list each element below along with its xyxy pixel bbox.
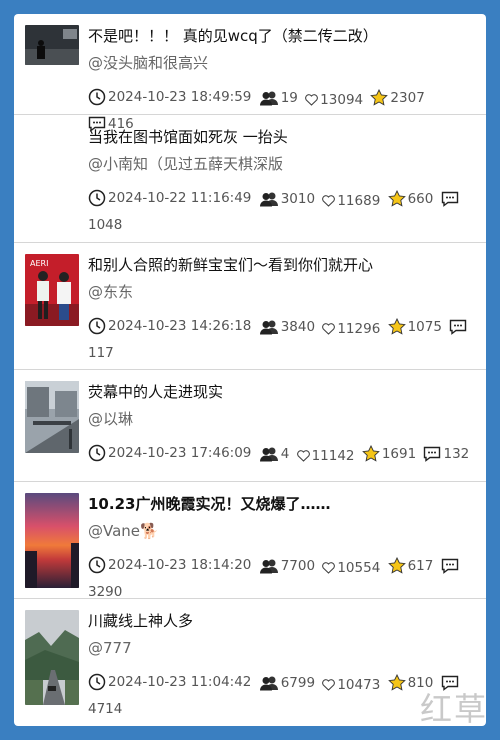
heart-icon[interactable] xyxy=(305,94,319,106)
feed-list: 不是吧！！！ 真的见wcq了（禁二传二改） @没头脑和很高兴 2024-10-2… xyxy=(14,14,486,726)
like-count: 11296 xyxy=(337,321,381,337)
star-icon[interactable] xyxy=(387,557,406,574)
comment-icon[interactable] xyxy=(441,558,459,574)
list-item[interactable]: 10.23广州晚霞实况！又烧爆了…… @Vane🐕 2024-10-23 18:… xyxy=(14,482,486,600)
viewer-count: 19 xyxy=(280,90,298,106)
svg-text:AERI: AERI xyxy=(30,259,48,268)
clock-icon xyxy=(88,673,106,691)
post-author[interactable]: @小南知（见过五薛天棋深版 xyxy=(88,154,283,174)
star-icon[interactable] xyxy=(387,674,406,691)
post-meta: 2024-10-23 11:04:42 6799 10473 810 4714 xyxy=(88,671,474,720)
like-count: 10554 xyxy=(337,560,381,576)
viewer-count: 3010 xyxy=(280,191,316,207)
clock-icon xyxy=(88,189,106,207)
post-title[interactable]: 荧幕中的人走进现实 xyxy=(88,382,223,402)
users-icon xyxy=(259,192,278,207)
star-icon[interactable] xyxy=(387,318,406,335)
clock-icon xyxy=(88,556,106,574)
post-title[interactable]: 当我在图书馆面如死灰 一抬头 xyxy=(88,127,288,147)
post-title[interactable]: 川藏线上神人多 xyxy=(88,611,193,631)
star-icon[interactable] xyxy=(387,190,406,207)
users-icon xyxy=(259,91,278,106)
post-thumbnail[interactable]: AERI xyxy=(25,254,79,326)
post-time: 2024-10-23 17:46:09 xyxy=(108,445,252,461)
favorite-count: 660 xyxy=(407,190,434,207)
comment-count: 1048 xyxy=(88,217,123,233)
clock-icon xyxy=(88,444,106,462)
favorite-count: 1691 xyxy=(381,445,417,462)
star-icon[interactable] xyxy=(361,445,380,462)
post-author[interactable]: @东东 xyxy=(88,282,133,302)
post-meta: 2024-10-22 11:16:49 3010 11689 660 1048 xyxy=(88,187,474,236)
post-title[interactable]: 和别人合照的新鲜宝宝们～看到你们就开心 xyxy=(88,255,373,275)
viewer-count: 4 xyxy=(280,446,290,462)
post-author[interactable]: @777 xyxy=(88,638,132,658)
heart-icon[interactable] xyxy=(322,323,336,335)
list-item[interactable]: 不是吧！！！ 真的见wcq了（禁二传二改） @没头脑和很高兴 2024-10-2… xyxy=(14,14,486,132)
comment-icon[interactable] xyxy=(441,191,459,207)
star-icon[interactable] xyxy=(370,89,389,106)
post-time: 2024-10-22 11:16:49 xyxy=(108,190,252,206)
post-meta: 2024-10-23 17:46:09 4 11142 1691 132 xyxy=(88,442,474,469)
post-title[interactable]: 不是吧！！！ 真的见wcq了（禁二传二改） xyxy=(88,26,378,46)
comment-count: 4714 xyxy=(88,701,123,717)
heart-icon[interactable] xyxy=(322,562,336,574)
comment-icon[interactable] xyxy=(449,319,467,335)
list-item[interactable]: 当我在图书馆面如死灰 一抬头 @小南知（见过五薛天棋深版 2024-10-22 … xyxy=(14,115,486,243)
users-icon xyxy=(259,676,278,691)
favorite-count: 617 xyxy=(407,557,434,574)
list-item[interactable]: 川藏线上神人多 @777 2024-10-23 11:04:42 6799 10… xyxy=(14,599,486,726)
watermark: 红草 xyxy=(419,690,488,728)
post-thumbnail[interactable] xyxy=(25,493,79,588)
viewer-count: 7700 xyxy=(280,558,316,574)
post-time: 2024-10-23 18:49:59 xyxy=(108,89,252,105)
heart-icon[interactable] xyxy=(322,195,336,207)
post-thumbnail[interactable] xyxy=(25,610,79,705)
favorite-count: 2307 xyxy=(390,89,425,106)
post-author[interactable]: @Vane🐕 xyxy=(88,521,159,541)
viewer-count: 6799 xyxy=(280,675,316,691)
list-item[interactable]: AERI 和别人合照的新鲜宝宝们～看到你们就开心 @东东 2024-10-23 … xyxy=(14,243,486,370)
users-icon xyxy=(259,559,278,574)
comment-count: 132 xyxy=(443,446,470,462)
like-count: 11689 xyxy=(337,193,381,209)
post-meta: 2024-10-23 14:26:18 3840 11296 1075 117 xyxy=(88,315,474,364)
post-time: 2024-10-23 18:14:20 xyxy=(108,557,252,573)
favorite-count: 1075 xyxy=(407,318,442,335)
users-icon xyxy=(259,320,278,335)
post-thumbnail[interactable] xyxy=(25,25,79,65)
list-item[interactable]: 荧幕中的人走进现实 @以琳 2024-10-23 17:46:09 4 1114… xyxy=(14,370,486,482)
like-count: 11142 xyxy=(311,448,355,464)
post-meta: 2024-10-23 18:14:20 7700 10554 617 3290 xyxy=(88,554,474,603)
post-author[interactable]: @没头脑和很高兴 xyxy=(88,53,208,73)
post-author[interactable]: @以琳 xyxy=(88,409,133,429)
heart-icon[interactable] xyxy=(296,450,310,462)
post-time: 2024-10-23 11:04:42 xyxy=(108,674,252,690)
like-count: 10473 xyxy=(337,677,381,693)
like-count: 13094 xyxy=(320,92,364,108)
clock-icon xyxy=(88,88,106,106)
comment-icon[interactable] xyxy=(423,446,441,462)
users-icon xyxy=(259,447,278,462)
viewer-count: 3840 xyxy=(280,319,316,335)
comment-count: 117 xyxy=(88,345,114,361)
post-time: 2024-10-23 14:26:18 xyxy=(108,318,252,334)
post-thumbnail[interactable] xyxy=(25,381,79,453)
post-title[interactable]: 10.23广州晚霞实况！又烧爆了…… xyxy=(88,494,330,514)
heart-icon[interactable] xyxy=(322,679,336,691)
clock-icon xyxy=(88,317,106,335)
